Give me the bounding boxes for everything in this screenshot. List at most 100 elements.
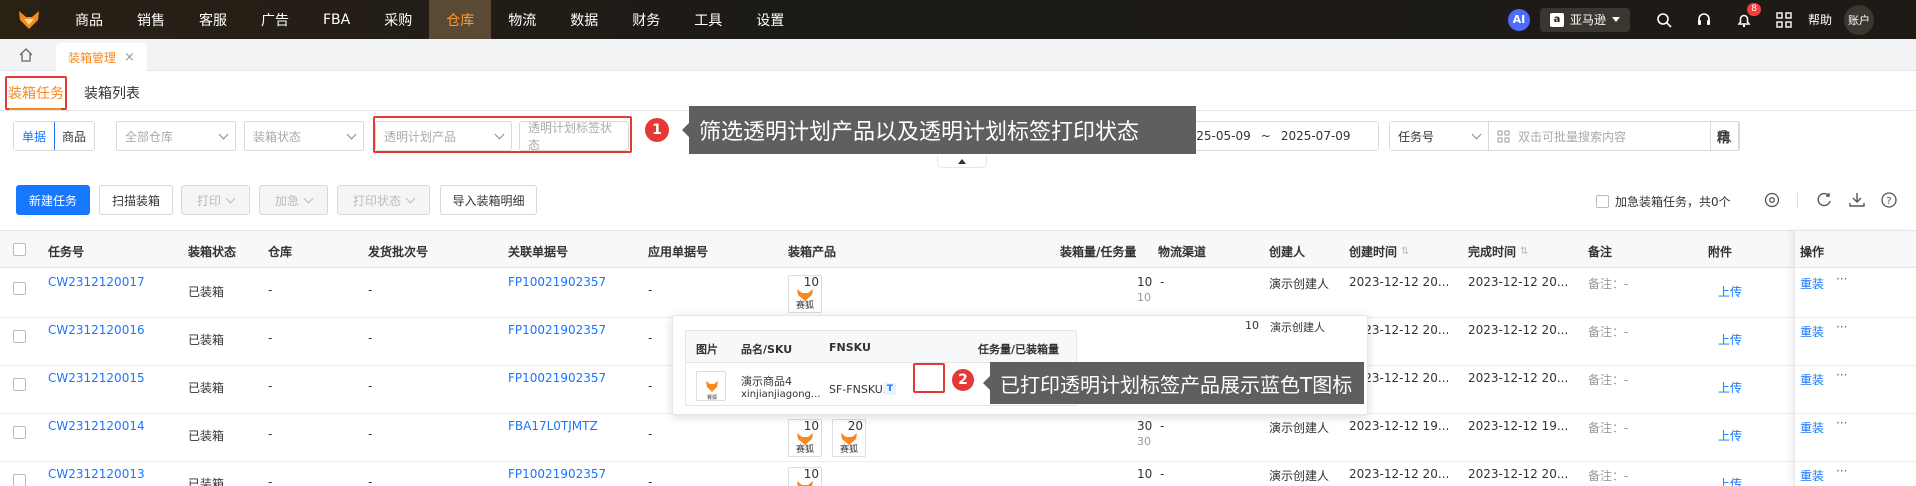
box-status-select[interactable]: 装箱状态 bbox=[244, 121, 364, 151]
nav-item-sales[interactable]: 销售 bbox=[120, 0, 182, 39]
table-row[interactable]: CW2312120017 已装箱 - - FP10021902357-10 10- 演示创建… bbox=[0, 270, 1916, 318]
upload-link[interactable]: 上传 bbox=[1718, 379, 1742, 396]
related-doc-link[interactable]: FP10021902357 bbox=[508, 467, 606, 481]
bell-icon[interactable]: 8 bbox=[1733, 2, 1761, 31]
scan-box-button[interactable]: 扫描装箱 bbox=[99, 185, 173, 215]
date-range-picker[interactable]: 2025-05-09 ~ 2025-07-09 bbox=[1177, 121, 1379, 151]
select-all-checkbox[interactable] bbox=[13, 243, 26, 256]
product-thumbnail[interactable]: 10 赛狐 bbox=[788, 275, 822, 313]
warehouse-select[interactable]: 全部仓库 bbox=[116, 121, 236, 151]
ai-assistant-button[interactable]: AI bbox=[1507, 8, 1530, 31]
checkbox[interactable] bbox=[1596, 195, 1609, 208]
table-header: 任务号 装箱状态 仓库 发货批次号 关联单据号 应用单据号 装箱产品 装箱量/任… bbox=[0, 230, 1916, 268]
row-checkbox[interactable] bbox=[13, 378, 26, 391]
main-menu: 商品 销售 客服 广告 FBA 采购 仓库 物流 数据 财务 工具 设置 bbox=[58, 0, 801, 39]
nav-item-service[interactable]: 客服 bbox=[182, 0, 244, 39]
active-subtab-indicator bbox=[9, 108, 61, 110]
print-dropdown[interactable]: 打印 bbox=[181, 185, 250, 215]
chevron-down-icon bbox=[225, 193, 236, 203]
table-row[interactable]: CW2312120014 已装箱 - - FBA17L0TJMTZ -30 30- 演示创建人… bbox=[0, 414, 1916, 462]
product-thumbnail[interactable]: 20 赛狐 bbox=[832, 419, 866, 457]
task-number-link[interactable]: CW2312120016 bbox=[48, 323, 145, 337]
collapse-filters-toggle[interactable] bbox=[937, 156, 987, 168]
related-doc-link[interactable]: FP10021902357 bbox=[508, 371, 606, 385]
nav-item-logistics[interactable]: 物流 bbox=[491, 0, 553, 39]
product-thumbnail[interactable]: 10 赛狐 bbox=[788, 419, 822, 457]
search-icon[interactable] bbox=[1653, 9, 1675, 31]
box-status: 已装箱 bbox=[188, 285, 225, 299]
batch-number: - bbox=[368, 331, 373, 345]
nav-item-finance[interactable]: 财务 bbox=[615, 0, 677, 39]
app-logo[interactable] bbox=[0, 0, 58, 39]
row-checkbox[interactable] bbox=[13, 426, 26, 439]
chevron-down-icon bbox=[346, 129, 357, 139]
nav-item-tools[interactable]: 工具 bbox=[677, 0, 739, 39]
mode-document-button[interactable]: 单据 bbox=[14, 122, 56, 150]
urgent-dropdown[interactable]: 加急 bbox=[259, 185, 328, 215]
tab-box-management[interactable]: 装箱管理 × bbox=[56, 43, 147, 71]
highlight-box-filters bbox=[373, 116, 632, 153]
created-time: 2023-12-12 20... bbox=[1349, 275, 1450, 289]
task-number-link[interactable]: CW2312120013 bbox=[48, 467, 145, 481]
refresh-icon[interactable] bbox=[1815, 191, 1833, 209]
upload-link[interactable]: 上传 bbox=[1718, 475, 1742, 486]
search-button[interactable] bbox=[1710, 121, 1740, 151]
task-number-link[interactable]: CW2312120017 bbox=[48, 275, 145, 289]
sort-icon[interactable]: ⇅ bbox=[1520, 246, 1528, 257]
nav-item-products[interactable]: 商品 bbox=[58, 0, 120, 39]
apps-grid-icon[interactable] bbox=[1773, 9, 1795, 31]
callout-filter-tip: 筛选透明计划产品以及透明计划标签打印状态 bbox=[682, 106, 1196, 154]
headset-icon[interactable] bbox=[1693, 9, 1715, 31]
row-checkbox[interactable] bbox=[13, 282, 26, 295]
task-number-link[interactable]: CW2312120014 bbox=[48, 419, 145, 433]
help-link[interactable]: 帮助 bbox=[1808, 11, 1832, 28]
finished-time: 2023-12-12 20... bbox=[1468, 323, 1569, 337]
task-number-link[interactable]: CW2312120015 bbox=[48, 371, 145, 385]
table-row[interactable]: CW2312120013 已装箱 - - FP10021902357-10- 演示创建人 2… bbox=[0, 462, 1916, 486]
col-finished-time[interactable]: 完成时间 ⇅ bbox=[1468, 243, 1528, 260]
col-created-time-label: 创建时间 bbox=[1349, 245, 1398, 259]
urgent-box-task-checkbox[interactable]: 加急装箱任务，共0个 bbox=[1596, 193, 1731, 210]
search-input[interactable]: 双击可批量搜索内容 精 bbox=[1489, 121, 1739, 151]
search-field-select[interactable]: 任务号 bbox=[1389, 121, 1489, 151]
help-icon[interactable]: ? bbox=[1880, 191, 1898, 209]
upload-link[interactable]: 上传 bbox=[1718, 427, 1742, 444]
home-icon[interactable] bbox=[18, 47, 34, 63]
related-doc-link[interactable]: FP10021902357 bbox=[508, 323, 606, 337]
upload-link[interactable]: 上传 bbox=[1718, 283, 1742, 300]
nav-item-fba[interactable]: FBA bbox=[306, 0, 367, 39]
store-selector[interactable]: a 亚马逊 bbox=[1539, 7, 1630, 32]
sort-icon[interactable]: ⇅ bbox=[1401, 246, 1409, 257]
account-avatar[interactable]: 账户 bbox=[1844, 4, 1874, 35]
remark: 备注：- bbox=[1588, 325, 1629, 339]
search-placeholder: 双击可批量搜索内容 bbox=[1518, 129, 1627, 144]
nav-item-warehouse[interactable]: 仓库 bbox=[429, 0, 492, 39]
import-box-detail-button[interactable]: 导入装箱明细 bbox=[440, 185, 537, 215]
related-doc-link[interactable]: FP10021902357 bbox=[508, 275, 606, 289]
page-tab-bar: 装箱管理 × bbox=[0, 39, 1916, 71]
download-icon[interactable] bbox=[1848, 191, 1866, 209]
nav-item-data[interactable]: 数据 bbox=[553, 0, 615, 39]
product-qty: 10 bbox=[803, 275, 819, 289]
nav-item-ads[interactable]: 广告 bbox=[244, 0, 306, 39]
warehouse: - bbox=[268, 331, 273, 345]
nav-item-settings[interactable]: 设置 bbox=[739, 0, 801, 39]
print-status-dropdown[interactable]: 打印状态 bbox=[337, 185, 430, 215]
subtab-box-list[interactable]: 装箱列表 bbox=[84, 76, 140, 110]
col-created-time[interactable]: 创建时间 ⇅ bbox=[1349, 243, 1409, 260]
product-thumbnail[interactable]: 10 bbox=[788, 467, 822, 486]
settings-icon[interactable] bbox=[1763, 191, 1781, 209]
creator: 演示创建人 bbox=[1269, 469, 1330, 483]
batch-search-icon[interactable] bbox=[1497, 130, 1510, 143]
batch-number: - bbox=[368, 283, 373, 297]
related-doc-link[interactable]: FBA17L0TJMTZ bbox=[508, 419, 598, 433]
applied-doc: - bbox=[648, 427, 653, 441]
upload-link[interactable]: 上传 bbox=[1718, 331, 1742, 348]
mode-product-button[interactable]: 商品 bbox=[54, 122, 94, 150]
nav-item-purchase[interactable]: 采购 bbox=[367, 0, 429, 39]
subtab-box-tasks[interactable]: 装箱任务 bbox=[5, 76, 67, 110]
close-icon[interactable]: × bbox=[124, 50, 135, 65]
row-checkbox[interactable] bbox=[13, 474, 26, 486]
row-checkbox[interactable] bbox=[13, 330, 26, 343]
new-task-button[interactable]: 新建任务 bbox=[16, 185, 90, 215]
